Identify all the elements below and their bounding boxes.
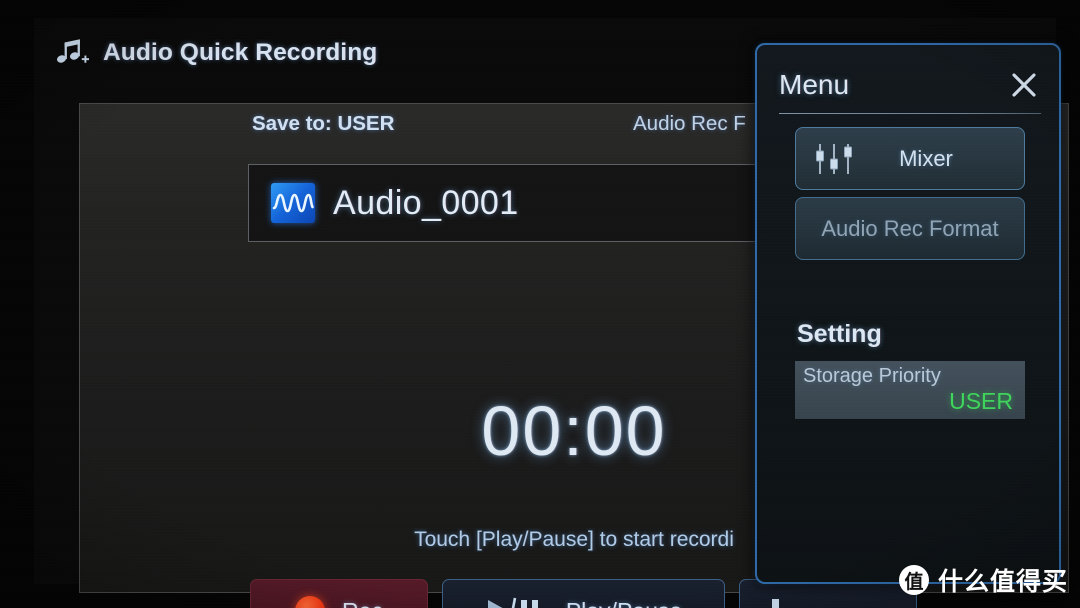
close-icon[interactable] — [1007, 68, 1041, 102]
app-title-text: Audio Quick Recording — [103, 39, 378, 66]
file-name-text: Audio_0001 — [333, 183, 519, 222]
save-to-label: Save to: USER — [252, 112, 395, 135]
mixer-faders-icon — [808, 138, 862, 180]
menu-header: Menu — [779, 63, 1041, 107]
menu-item-audio-rec-format[interactable]: Audio Rec Format — [795, 197, 1025, 260]
setting-heading: Setting — [797, 320, 882, 348]
play-pause-button-label: Play/Pause — [566, 598, 682, 608]
setting-item-storage-priority[interactable]: Storage Priority USER — [795, 361, 1025, 419]
menu-item-mixer-label: Mixer — [899, 145, 953, 171]
app-title-bar: Audio Quick Recording — [56, 32, 377, 74]
record-dot-icon — [295, 596, 326, 608]
menu-panel: Menu Mixer Audio Rec Format Setting Stor… — [755, 43, 1061, 584]
stop-icon — [768, 596, 786, 608]
audio-rec-format-label: Audio Rec F — [633, 112, 746, 135]
watermark-text: 什么值得买 — [937, 568, 1068, 596]
menu-divider — [779, 113, 1041, 114]
menu-item-audio-rec-format-label: Audio Rec Format — [821, 215, 999, 241]
rec-button-label: Rec — [342, 598, 383, 608]
screenshot-root: Audio Quick Recording Save to: USER Audi… — [0, 0, 1080, 608]
device-screen: Audio Quick Recording Save to: USER Audi… — [34, 18, 1069, 608]
watermark-badge: 值 — [898, 565, 929, 595]
storage-priority-label: Storage Priority — [803, 365, 941, 387]
menu-item-mixer[interactable]: Mixer — [795, 127, 1025, 190]
play-pause-button[interactable]: Play/Pause — [442, 579, 725, 608]
play-pause-icon — [485, 596, 549, 608]
recording-timer: 00:00 — [481, 392, 667, 470]
audio-waveform-icon — [271, 183, 315, 223]
storage-priority-value: USER — [949, 388, 1013, 414]
menu-title: Menu — [779, 69, 850, 100]
rec-button[interactable]: Rec — [250, 579, 428, 608]
music-note-plus-icon — [56, 38, 90, 68]
watermark: 值 什么值得买 — [898, 562, 1068, 598]
